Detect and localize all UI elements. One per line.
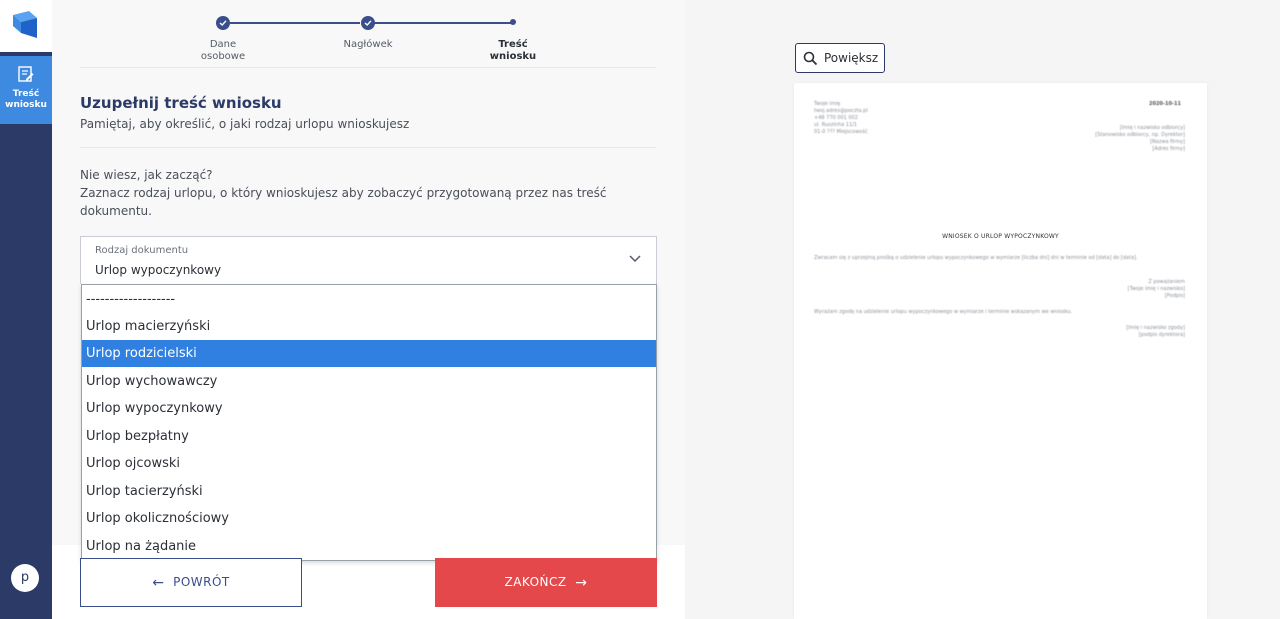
chevron-down-icon [629,255,641,263]
dropdown-option[interactable]: Urlop ojcowski [82,450,656,477]
check-icon [219,20,227,26]
form-area: Dane osobowe Nagłówek Treść wniosku Uzup… [52,0,685,619]
stepper-line [230,22,360,24]
preview-approver-block: [Imię i nazwisko zgody] [podpis dyrektora… [1126,325,1185,338]
preview-body-text: Zwracam się z uprzejmą prośbą o udzielen… [814,255,1138,261]
document-type-select[interactable]: Rodzaj dokumentu Urlop wypoczynkowy [80,236,657,284]
avatar[interactable]: p [11,564,39,592]
help-text: Zaznacz rodzaj urlopu, o który wnioskuje… [80,186,607,218]
document-preview: Twoje imię twoj.adres@poczta.pl +48 770 00… [794,83,1207,619]
step-dot-current [510,19,516,25]
logo-icon [13,11,37,38]
step-dot-done[interactable] [216,16,230,30]
step-label-dane-osobowe[interactable]: Dane osobowe [178,39,268,63]
zoom-button-label: Powiększ [824,51,879,65]
dropdown-option[interactable]: Urlop okolicznościowy [82,505,656,532]
preview-sender-block: Twoje imię twoj.adres@poczta.pl +48 770 00… [814,101,868,135]
sidebar-item-tresc-wniosku[interactable]: Treść wniosku [0,56,52,124]
step-label-tresc-wniosku: Treść wniosku [489,39,537,62]
help-question: Nie wiesz, jak zacząć? [80,168,213,182]
finish-button[interactable]: ZAKOŃCZ → [435,558,657,607]
dropdown-option[interactable]: Urlop bezpłatny [82,423,656,450]
dropdown-list: ------------------- Urlop macierzyński U… [81,284,657,561]
dropdown-option-highlighted[interactable]: Urlop rodzicielski [82,340,656,367]
preview-signature-block: Z poważaniem [Twoje imię i nazwisko] [Podp… [1127,279,1185,299]
preview-date: 2020-10-11 [1149,101,1181,107]
preview-approval-text: Wyrażam zgodę na udzielenie urlopu wypoc… [814,309,1073,315]
preview-area: Powiększ Twoje imię twoj.adres@poczta.pl +… [685,0,1280,619]
page-title: Uzupełnij treść wniosku [80,94,282,112]
arrow-left-icon: ← [152,575,165,591]
dropdown-option[interactable]: Urlop wypoczynkowy [82,395,656,422]
arrow-right-icon: → [575,575,588,591]
preview-document-title: WNIOSEK O URLOP WYPOCZYNKOWY [942,233,1059,240]
dropdown-option[interactable]: Urlop tacierzyński [82,478,656,505]
dropdown-option[interactable]: Urlop macierzyński [82,313,656,340]
check-icon [364,20,372,26]
sidebar: Treść wniosku p [0,0,52,619]
stepper: Dane osobowe Nagłówek Treść wniosku [52,0,685,68]
step-label-naglowek[interactable]: Nagłówek [323,39,413,51]
finish-button-label: ZAKOŃCZ [504,575,567,589]
back-button-label: POWRÓT [173,575,230,589]
sidebar-item-label: Treść wniosku [5,89,47,110]
dropdown-option[interactable]: ------------------- [82,286,656,313]
divider [80,147,656,148]
document-edit-icon [18,66,34,82]
dropdown-option[interactable]: Urlop na żądanie [82,533,656,560]
stepper-line [374,22,512,24]
dropdown-option[interactable]: Urlop wychowawczy [82,368,656,395]
preview-recipient-block: [Imię i nazwisko odbiorcy] [Stanowisko od… [1095,125,1185,152]
page-subtitle: Pamiętaj, aby określić, o jaki rodzaj ur… [80,117,410,131]
logo[interactable] [0,0,52,52]
divider [80,67,656,68]
search-icon [803,51,818,66]
back-button[interactable]: ← POWRÓT [80,558,302,607]
select-label: Rodzaj dokumentu [95,245,189,256]
step-dot-done[interactable] [361,16,375,30]
zoom-button[interactable]: Powiększ [795,43,885,73]
select-value: Urlop wypoczynkowy [95,263,222,277]
